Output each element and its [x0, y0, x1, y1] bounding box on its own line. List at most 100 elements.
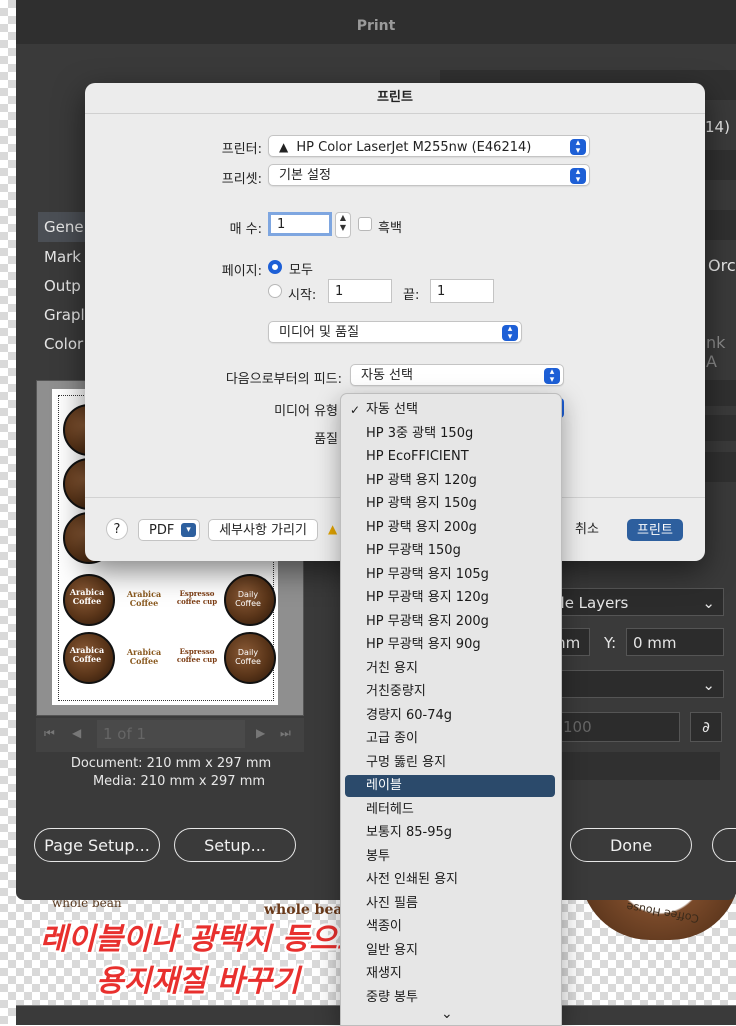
printer-select-value: HP Color LaserJet M255nw (E46214)	[296, 140, 532, 155]
printer-suffix-text: 14)	[705, 118, 730, 136]
menu-item-plain-paper[interactable]: 일반 용지	[345, 940, 555, 962]
updown-chevron-icon: ▴ ▾	[570, 168, 586, 185]
menu-item-photo-film[interactable]: 사진 필름	[345, 893, 555, 915]
sticker-label-espresso-2: Espresso coffee cup	[176, 647, 218, 664]
feed-source-select[interactable]: 자동 선택 ▴ ▾	[350, 364, 564, 386]
done-button[interactable]: Done	[570, 828, 692, 862]
black-white-label: 흑백	[378, 221, 402, 236]
menu-item-hp-gloss-200[interactable]: HP 광택 용지 200g	[345, 517, 555, 539]
sticker-label-arabica-3: Arabica Coffee	[126, 589, 162, 608]
sticker-label-arabica-2: Arabica Coffee	[69, 645, 105, 664]
media-type-label: 미디어 유형	[274, 404, 338, 419]
last-page-icon[interactable]: ⏭	[280, 726, 291, 741]
pdf-button-label: PDF	[149, 523, 175, 538]
pages-from-label: 시작:	[288, 288, 317, 303]
menu-item-hp-matte-200[interactable]: HP 무광택 용지 200g	[345, 611, 555, 633]
chevron-down-icon: ▾	[181, 523, 196, 537]
pages-to-label: 끝:	[403, 288, 420, 303]
ai-right-panel-2	[705, 210, 736, 240]
menu-item-labels[interactable]: 레이블	[345, 775, 555, 797]
menu-item-hp-ecofficient[interactable]: HP EcoFFICIENT	[345, 446, 555, 468]
menu-item-preprinted[interactable]: 사전 인쇄된 용지	[345, 869, 555, 891]
sticker-label-espresso: Espresso coffee cup	[176, 589, 218, 606]
black-white-checkbox[interactable]	[358, 217, 372, 231]
warning-icon: ▲	[328, 522, 338, 536]
cancel-button[interactable]: 취소	[560, 519, 614, 541]
orientation-label-partial: Orc	[708, 256, 736, 275]
menu-item-rough-heavy[interactable]: 거친중량지	[345, 681, 555, 703]
help-button[interactable]: ?	[106, 518, 128, 540]
updown-chevron-icon: ▴ ▾	[502, 325, 518, 342]
pages-label: 페이지:	[221, 264, 262, 279]
feed-source-label: 다음으로부터의 피드:	[225, 372, 342, 387]
setup-button[interactable]: Setup...	[174, 828, 296, 862]
menu-item-rough-paper[interactable]: 거친 용지	[345, 658, 555, 680]
page-setup-button[interactable]: Page Setup...	[34, 828, 160, 862]
menu-item-auto-select[interactable]: ✓ 자동 선택	[345, 399, 555, 421]
menu-item-envelope[interactable]: 봉투	[345, 846, 555, 868]
sticker-label-daily: Daily Coffee	[235, 590, 261, 608]
layers-select-value: ble Layers	[551, 594, 629, 612]
print-button[interactable]: 프린트	[627, 519, 683, 541]
printer-label: 프린터:	[221, 142, 262, 157]
preset-select[interactable]: 기본 설정 ▴ ▾	[268, 164, 590, 186]
menu-item-premium-paper[interactable]: 고급 종이	[345, 728, 555, 750]
overlay-caption-line2: 용지재질 바꾸기	[96, 964, 300, 999]
menu-item-hp-gloss-120[interactable]: HP 광택 용지 120g	[345, 470, 555, 492]
prev-page-icon[interactable]: ◀	[72, 726, 81, 740]
menu-item-hp-matte-150[interactable]: HP 무광택 150g	[345, 540, 555, 562]
hide-details-button[interactable]: 세부사항 가리기	[208, 519, 318, 541]
media-type-dropdown-menu: ✓ 자동 선택 HP 3중 광택 150g HP EcoFFICIENT HP 광…	[340, 393, 562, 1026]
updown-chevron-icon: ▴ ▾	[570, 139, 586, 156]
menu-item-letterhead[interactable]: 레터헤드	[345, 799, 555, 821]
copies-field[interactable]: 1	[268, 212, 332, 236]
menu-item-hp-triple-gloss-150[interactable]: HP 3중 광택 150g	[345, 423, 555, 445]
menu-item-label: 자동 선택	[366, 402, 418, 417]
layers-select[interactable]: ble Layers ⌄	[544, 588, 724, 616]
pages-from-field[interactable]: 1	[328, 279, 392, 303]
y-offset-field[interactable]: 0 mm	[626, 628, 724, 656]
scale-width-field[interactable]: 100	[556, 712, 680, 742]
menu-item-hp-matte-90[interactable]: HP 무광택 용지 90g	[345, 634, 555, 656]
pages-all-radio[interactable]	[268, 260, 282, 274]
chevron-down-icon: ⌄	[702, 594, 715, 612]
menu-item-hp-matte-120[interactable]: HP 무광택 용지 120g	[345, 587, 555, 609]
chevron-down-icon: ⌄	[702, 676, 715, 694]
preset-select-value: 기본 설정	[279, 168, 331, 183]
menu-item-hp-gloss-150[interactable]: HP 광택 용지 150g	[345, 493, 555, 515]
updown-chevron-icon: ▴ ▾	[544, 368, 560, 385]
scaling-select[interactable]: ⌄	[544, 670, 724, 698]
pdf-button[interactable]: PDF ▾	[138, 519, 200, 541]
preset-label: 프리셋:	[221, 172, 262, 187]
constrain-proportions-icon[interactable]: ∂	[690, 712, 722, 742]
y-offset-label: Y:	[604, 634, 617, 652]
checkmark-icon: ✓	[350, 403, 361, 417]
window-title: Print	[16, 0, 736, 44]
printer-select[interactable]: ▲ HP Color LaserJet M255nw (E46214) ▴ ▾	[268, 135, 590, 157]
menu-item-punched-paper[interactable]: 구멍 뚫린 용지	[345, 752, 555, 774]
copies-stepper[interactable]: ▲ ▼	[335, 212, 351, 238]
overlay-caption-line1: 레이블이나 광택지 등으로	[40, 922, 365, 957]
media-size-text: Media: 210 mm x 297 mm	[92, 774, 266, 789]
menu-item-plain-85-95[interactable]: 보통지 85-95g	[345, 822, 555, 844]
pages-range-radio[interactable]	[268, 284, 282, 298]
warning-icon: ▲	[279, 140, 289, 154]
pages-all-label: 모두	[289, 263, 313, 278]
scroll-down-arrow-icon[interactable]: ⌄	[441, 1006, 453, 1022]
menu-item-colored-paper[interactable]: 색종이	[345, 916, 555, 938]
sticker-label-daily-2: Daily Coffee	[235, 648, 261, 666]
pages-to-field[interactable]: 1	[430, 279, 494, 303]
menu-item-light-60-74[interactable]: 경량지 60-74g	[345, 705, 555, 727]
menu-item-hp-matte-105[interactable]: HP 무광택 용지 105g	[345, 564, 555, 586]
blank-artboards-label-partial: nk A	[706, 333, 726, 371]
document-size-text: Document: 210 mm x 297 mm	[70, 756, 272, 771]
menu-item-recycled[interactable]: 재생지	[345, 963, 555, 985]
section-select-value: 미디어 및 품질	[279, 325, 360, 340]
dialog-title: 프린트	[85, 83, 705, 114]
preview-page-field[interactable]: 1 of 1	[97, 720, 245, 748]
first-page-icon[interactable]: ⏮	[44, 726, 55, 741]
next-page-icon[interactable]: ▶	[256, 726, 265, 740]
section-select[interactable]: 미디어 및 품질 ▴ ▾	[268, 321, 522, 343]
sticker-label-arabica: Arabica Coffee	[69, 587, 105, 606]
quality-label: 품질	[314, 432, 338, 447]
